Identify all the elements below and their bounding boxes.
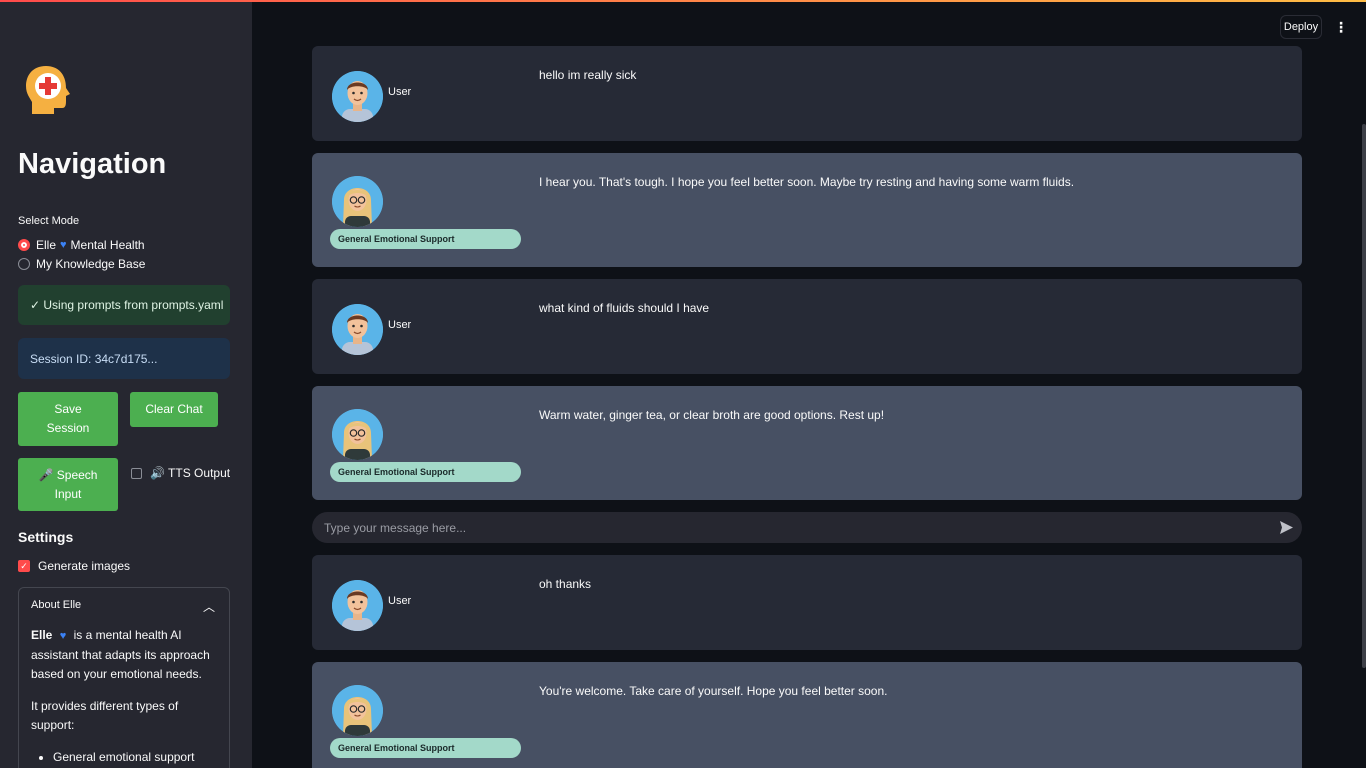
save-session-label-2: Session — [46, 421, 90, 435]
save-session-button[interactable]: Save Session — [18, 392, 118, 446]
chat-message-user: User what kind of fluids should I have — [312, 279, 1302, 374]
deploy-button[interactable]: Deploy — [1280, 15, 1322, 39]
chat-message-assistant: General Emotional Support Warm water, gi… — [312, 386, 1302, 500]
message-text: Warm water, ginger tea, or clear broth a… — [539, 408, 885, 422]
top-decoration-bar — [0, 0, 1366, 2]
user-label: User — [388, 595, 412, 607]
generate-images-label: Generate images — [38, 559, 131, 573]
about-elle-name: Elle — [31, 628, 53, 642]
mode-radio-knowledge-base[interactable]: My Knowledge Base — [18, 257, 145, 271]
chat-message-assistant: General Emotional Support I hear you. Th… — [312, 153, 1302, 267]
checkbox-checked-icon: ✓ — [18, 560, 30, 572]
chat-message-assistant: General Emotional Support You're welcome… — [312, 662, 1302, 768]
checkbox-unchecked-icon — [131, 467, 142, 479]
user-label: User — [388, 319, 412, 331]
about-intro-paragraph: Elle ♥ is a mental health AI assistant t… — [31, 626, 217, 684]
radio-unselected-icon — [18, 258, 30, 270]
about-intro-text: is a mental health AI assistant that ada… — [31, 628, 210, 681]
assistant-avatar-icon — [332, 409, 383, 460]
settings-heading: Settings — [18, 529, 74, 545]
select-mode-label: Select Mode — [18, 215, 80, 227]
user-label: User — [388, 86, 412, 98]
save-session-label-1: Save — [54, 402, 82, 416]
about-types-intro: It provides different types of support: — [31, 699, 179, 732]
mental-health-logo-icon — [26, 66, 70, 114]
about-elle-expander: About Elle ︿ Elle ♥ is a mental health A… — [18, 587, 230, 768]
clear-chat-button[interactable]: Clear Chat — [130, 392, 218, 427]
tts-output-checkbox[interactable]: 🔊 TTS Output — [131, 466, 230, 480]
chat-message-user: User oh thanks — [312, 555, 1302, 650]
send-icon[interactable] — [1279, 520, 1294, 535]
mode-knowledge-base-label: My Knowledge Base — [36, 257, 146, 271]
mode-elle-label: Elle — [36, 238, 57, 252]
blue-heart-icon: ♥ — [59, 630, 67, 642]
main-menu-kebab-icon[interactable]: ⋮ — [1334, 18, 1348, 36]
message-text: what kind of fluids should I have — [539, 301, 710, 315]
about-support-list: General emotional support and empathy — [31, 748, 217, 768]
list-item: General emotional support and empathy — [53, 748, 217, 768]
about-elle-body: Elle ♥ is a mental health AI assistant t… — [31, 626, 217, 768]
speech-input-button[interactable]: 🎤 Speech Input — [18, 458, 118, 511]
mode-elle-sublabel: Mental Health — [70, 238, 145, 252]
assistant-avatar-icon — [332, 176, 383, 227]
chat-message-input[interactable] — [324, 512, 1264, 543]
radio-selected-icon — [18, 239, 30, 251]
prompts-success-alert: ✓ Using prompts from prompts.yaml — [18, 285, 230, 325]
main-scrollbar[interactable] — [1362, 124, 1366, 668]
message-text: oh thanks — [539, 577, 592, 591]
user-avatar-icon — [332, 304, 383, 355]
user-avatar-icon — [332, 580, 383, 631]
assistant-avatar-icon — [332, 685, 383, 736]
message-text: I hear you. That's tough. I hope you fee… — [539, 175, 1075, 189]
speech-input-label-2: Input — [54, 486, 82, 501]
tts-output-label: 🔊 TTS Output — [150, 466, 231, 480]
blue-heart-icon: ♥ — [60, 239, 67, 251]
sidebar: Navigation Select Mode Elle ♥ Mental Hea… — [0, 0, 252, 768]
about-elle-header[interactable]: About Elle — [31, 599, 81, 611]
user-avatar-icon — [332, 71, 383, 122]
generate-images-checkbox[interactable]: ✓ Generate images — [18, 559, 130, 573]
support-type-badge: General Emotional Support — [330, 738, 521, 758]
mode-radio-elle[interactable]: Elle ♥ Mental Health — [18, 238, 145, 252]
session-id-info: Session ID: 34c7d175... — [18, 338, 230, 379]
support-type-badge: General Emotional Support — [330, 229, 521, 249]
support-type-badge: General Emotional Support — [330, 462, 521, 482]
chevron-up-icon[interactable]: ︿ — [203, 598, 215, 615]
speech-input-label-1: 🎤 Speech — [38, 467, 98, 482]
sidebar-title: Navigation — [18, 148, 167, 180]
message-text: You're welcome. Take care of yourself. H… — [539, 684, 888, 698]
chat-message-user: User hello im really sick — [312, 46, 1302, 141]
chat-input-bar — [312, 512, 1302, 543]
message-text: hello im really sick — [539, 68, 637, 82]
